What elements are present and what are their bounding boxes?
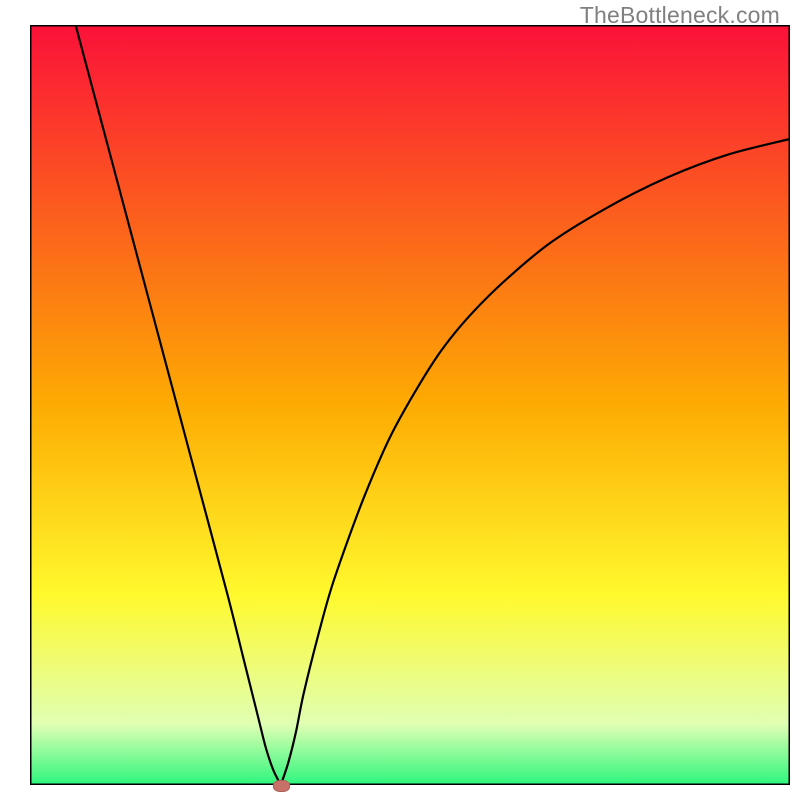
chart-plot-area bbox=[30, 25, 790, 785]
gradient-background bbox=[30, 25, 790, 785]
watermark-text: TheBottleneck.com bbox=[580, 2, 780, 29]
chart-svg bbox=[30, 25, 790, 785]
minimum-marker bbox=[273, 780, 290, 792]
